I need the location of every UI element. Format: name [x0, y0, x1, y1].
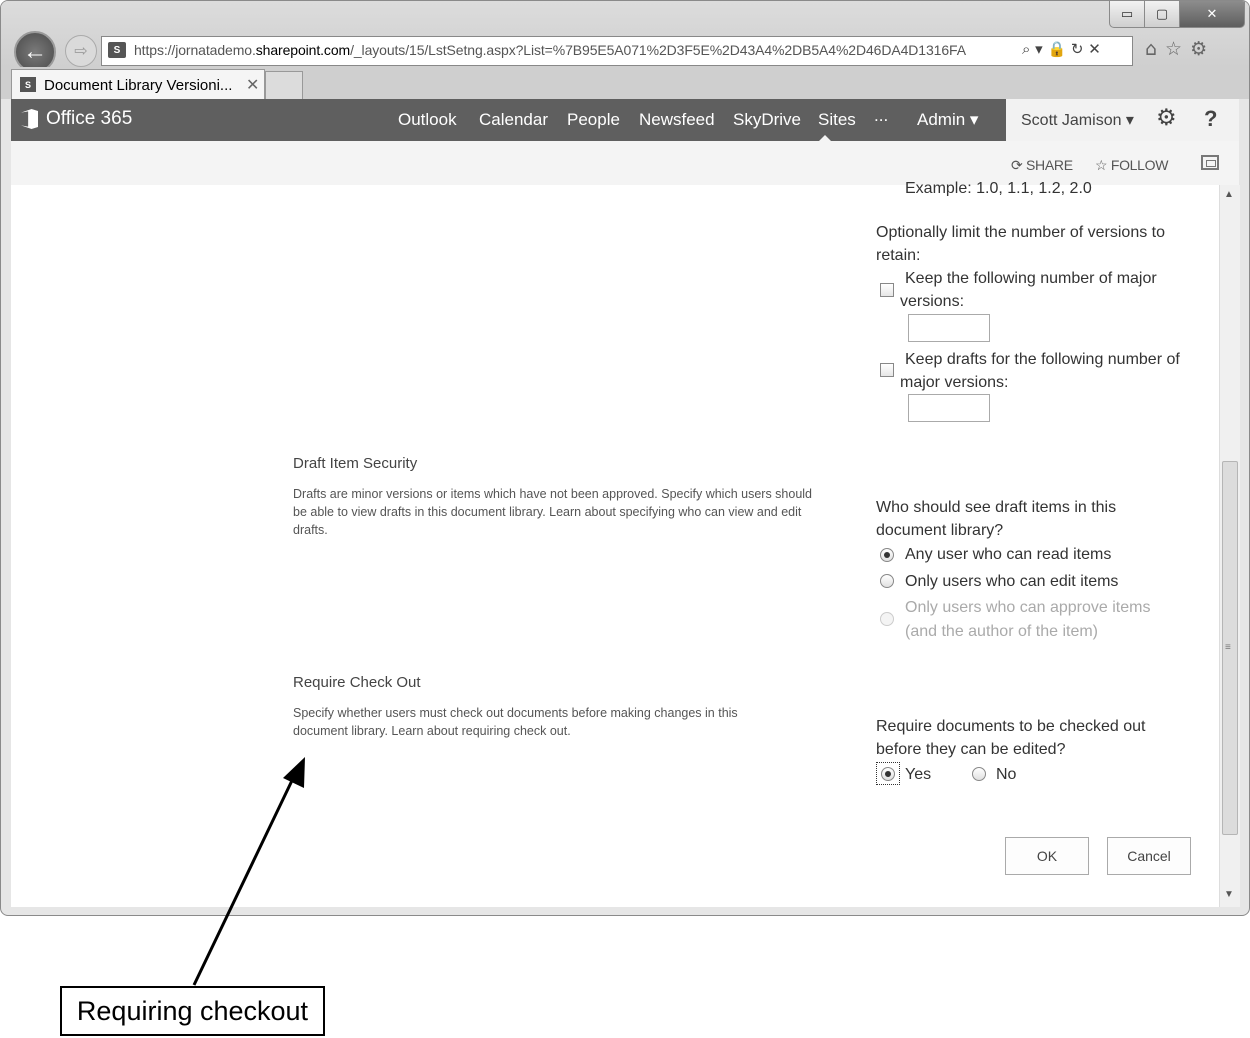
callout-label: Requiring checkout	[60, 986, 325, 1036]
callout-arrow-head	[283, 757, 305, 788]
callout-arrow	[192, 757, 305, 986]
callout-arrow-line	[192, 767, 300, 986]
